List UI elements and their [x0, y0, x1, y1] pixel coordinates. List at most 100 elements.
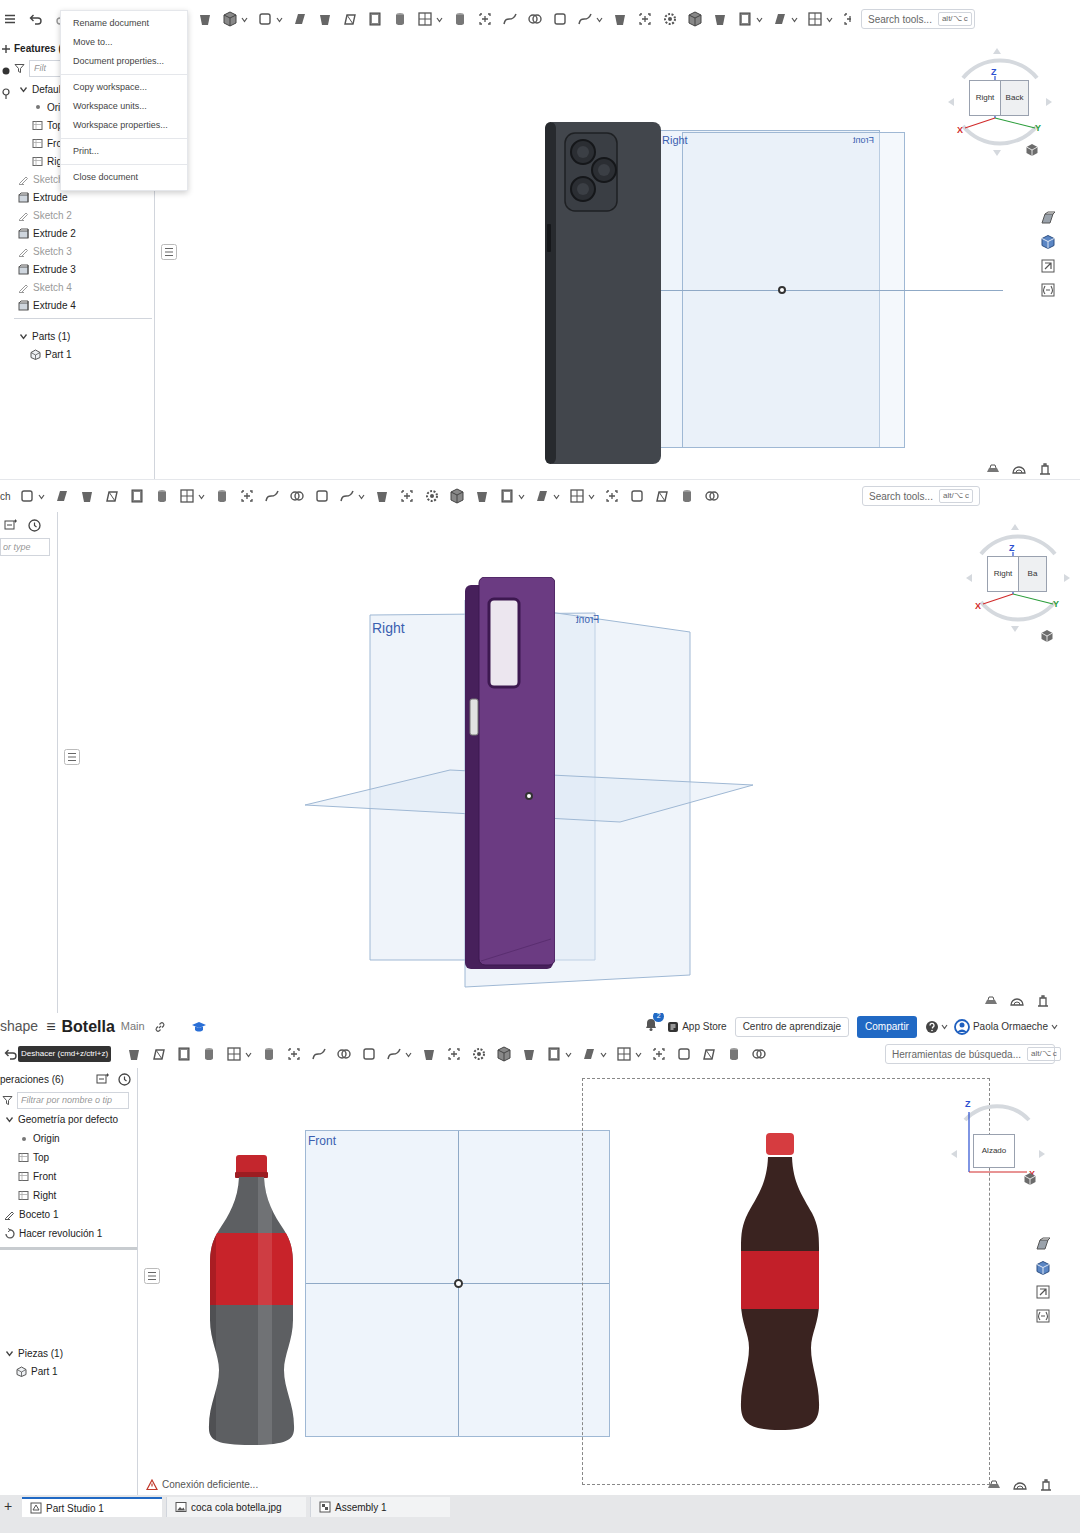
part-item[interactable]: Part 1 — [0, 1362, 137, 1380]
document-tab[interactable]: Assembly 1 — [310, 1497, 450, 1517]
add-icon[interactable] — [1, 44, 11, 54]
cube-face[interactable]: Back — [1001, 80, 1029, 116]
tool-icon[interactable] — [392, 11, 408, 27]
feature-item[interactable]: Right — [0, 1186, 137, 1205]
search-field[interactable]: Search tools...alt/⌥ c — [862, 486, 980, 506]
feature-item[interactable]: Geometría por defecto — [0, 1110, 137, 1129]
tool-icon[interactable] — [477, 11, 493, 27]
tree-divider[interactable] — [0, 1247, 137, 1250]
expand-chevron-icon[interactable] — [4, 1349, 14, 1358]
tool-icon[interactable] — [569, 488, 585, 504]
dropdown-caret-icon[interactable] — [941, 1023, 948, 1030]
history-icon[interactable] — [118, 1073, 131, 1086]
tool-icon[interactable] — [286, 1046, 302, 1062]
dropdown-caret-icon[interactable] — [405, 1051, 412, 1058]
tool-icon[interactable] — [367, 11, 383, 27]
history-icon[interactable] — [28, 519, 41, 532]
filter-icon[interactable] — [2, 1095, 13, 1106]
cube-face[interactable]: Ba — [1019, 556, 1047, 592]
app-store-link[interactable]: App Store — [667, 1019, 726, 1034]
tool-icon[interactable] — [552, 11, 568, 27]
user-avatar-icon[interactable] — [954, 1019, 970, 1035]
menu-item[interactable]: Move to... — [61, 33, 187, 52]
tool-icon[interactable] — [612, 11, 628, 27]
tool-icon[interactable] — [257, 11, 273, 27]
dropdown-caret-icon[interactable] — [588, 493, 595, 500]
render-mode-icon[interactable] — [1035, 1260, 1051, 1276]
named-views-icon[interactable] — [1035, 1284, 1051, 1300]
toggle-list-icon[interactable] — [161, 244, 177, 260]
tool-icon[interactable] — [54, 488, 70, 504]
tool-icon[interactable] — [616, 1046, 632, 1062]
feature-item[interactable]: Front — [0, 1167, 137, 1186]
tool-icon[interactable] — [79, 488, 95, 504]
tool-icon[interactable] — [386, 1046, 402, 1062]
tool-icon[interactable] — [179, 488, 195, 504]
menu-item[interactable]: Print... — [61, 142, 187, 161]
tool-icon[interactable] — [676, 1046, 692, 1062]
tool-icon[interactable] — [807, 11, 823, 27]
tool-icon[interactable] — [19, 488, 35, 504]
dropdown-caret-icon[interactable] — [600, 1051, 607, 1058]
camera-icon[interactable] — [985, 462, 1001, 476]
tool-icon[interactable] — [311, 1046, 327, 1062]
cube-face[interactable]: Right — [969, 80, 1001, 116]
tool-icon[interactable] — [471, 1046, 487, 1062]
mate-icon[interactable] — [1037, 462, 1053, 476]
origin-marker[interactable] — [778, 286, 786, 294]
view-cube[interactable]: AlzadoZX — [943, 1090, 1053, 1205]
tool-icon[interactable] — [534, 488, 550, 504]
tool-icon[interactable] — [317, 11, 333, 27]
feature-item[interactable]: Extrude 2 — [14, 224, 152, 242]
dropdown-caret-icon[interactable] — [635, 1051, 642, 1058]
tool-icon[interactable] — [521, 1046, 537, 1062]
undo-icon[interactable] — [29, 12, 43, 26]
measure-icon[interactable] — [1040, 282, 1056, 298]
parts-header[interactable]: Piezas (1) — [0, 1344, 137, 1362]
document-tab[interactable]: Part Studio 1 — [22, 1497, 162, 1517]
menu-item[interactable]: Document properties... — [61, 52, 187, 71]
branch-name[interactable]: Main — [121, 1018, 153, 1035]
phone-model[interactable] — [545, 122, 661, 464]
dropdown-caret-icon[interactable] — [1051, 1023, 1058, 1030]
tool-icon[interactable] — [581, 1046, 597, 1062]
origin-marker[interactable] — [454, 1279, 463, 1288]
tool-icon[interactable] — [701, 1046, 717, 1062]
tool-icon[interactable] — [496, 1046, 512, 1062]
add-feature-icon[interactable] — [96, 1073, 110, 1085]
search-field[interactable]: Herramientas de búsqueda...alt/⌥ c — [885, 1044, 1055, 1064]
notifications[interactable]: 2 — [643, 1015, 659, 1039]
tool-icon[interactable] — [201, 1046, 217, 1062]
tool-icon[interactable] — [214, 488, 230, 504]
tool-icon[interactable] — [261, 1046, 277, 1062]
feature-item[interactable]: Top — [0, 1148, 137, 1167]
add-feature-icon[interactable] — [4, 519, 18, 531]
tool-icon[interactable] — [751, 1046, 767, 1062]
tool-icon[interactable] — [421, 1046, 437, 1062]
feature-item[interactable]: Origin — [0, 1129, 137, 1148]
feature-item[interactable]: Extrude 3 — [14, 260, 152, 278]
tool-icon[interactable] — [704, 488, 720, 504]
tool-icon[interactable] — [629, 488, 645, 504]
view-mode-icon[interactable] — [1011, 462, 1027, 476]
parts-header[interactable]: Parts (1) — [14, 327, 154, 345]
expand-chevron-icon[interactable] — [18, 332, 28, 341]
expand-chevron-icon[interactable] — [18, 85, 28, 94]
toggle-list-icon[interactable] — [144, 1268, 160, 1284]
view-cube-menu-icon[interactable] — [1040, 629, 1054, 643]
document-menu-button[interactable]: ≡ — [46, 1015, 61, 1039]
tool-icon[interactable] — [546, 1046, 562, 1062]
tool-icon[interactable] — [314, 488, 330, 504]
tool-icon[interactable] — [176, 1046, 192, 1062]
tool-icon[interactable] — [577, 11, 593, 27]
user-name[interactable]: Paola Ormaeche — [973, 1019, 1048, 1034]
feature-item[interactable]: Sketch 3 — [14, 242, 152, 260]
help-icon[interactable] — [925, 1020, 939, 1034]
menu-item[interactable]: Close document — [61, 168, 187, 187]
learning-center-button[interactable]: Centro de aprendizaje — [735, 1017, 849, 1037]
tool-icon[interactable] — [662, 11, 678, 27]
document-title[interactable]: Botella — [62, 1015, 121, 1039]
tool-icon[interactable] — [446, 1046, 462, 1062]
named-views-icon[interactable] — [1040, 258, 1056, 274]
feature-item[interactable]: Extrude 4 — [14, 296, 152, 314]
